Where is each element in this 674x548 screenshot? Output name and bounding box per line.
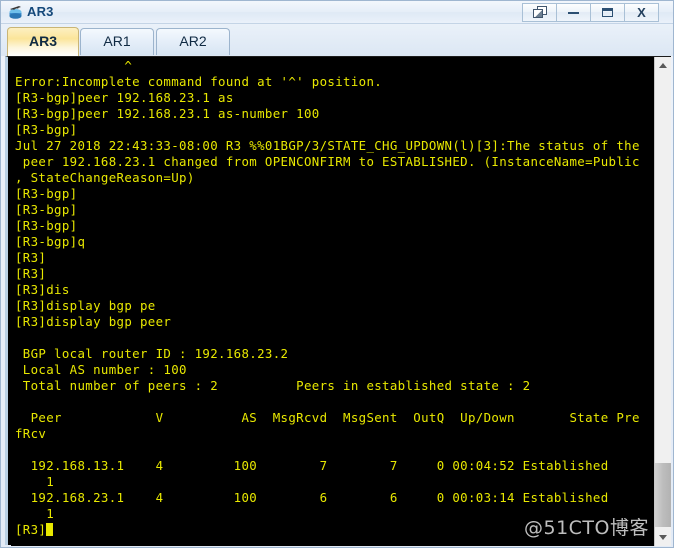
watermark-label: @51CTO博客	[523, 517, 649, 539]
terminal-line: Local AS number : 100	[15, 362, 187, 377]
terminal-line: [R3-bgp]	[15, 202, 78, 217]
terminal-line: ^	[15, 58, 133, 73]
minimize-icon	[568, 12, 579, 14]
router-icon	[7, 4, 24, 21]
terminal-line: [R3]display bgp pe	[15, 298, 156, 313]
scroll-up-arrow-icon[interactable]	[655, 57, 671, 74]
terminal-line: [R3]	[15, 266, 47, 281]
close-icon: X	[637, 5, 646, 20]
terminal-line: 1	[15, 474, 55, 489]
maximize-icon	[602, 8, 613, 17]
terminal-cursor	[46, 523, 54, 536]
tab-ar1[interactable]: AR1	[80, 28, 154, 55]
terminal-line: peer 192.168.23.1 changed from OPENCONFI…	[15, 154, 640, 169]
terminal-line: Jul 27 2018 22:43:33-08:00 R3 %%01BGP/3/…	[15, 138, 640, 153]
terminal-line: fRcv	[15, 426, 47, 441]
terminal-text: ^ Error:Incomplete command found at '^' p…	[15, 58, 657, 538]
maximize-window-button[interactable]	[590, 3, 624, 22]
terminal-line: [R3-bgp]q	[15, 234, 86, 249]
terminal-output[interactable]: ^ Error:Incomplete command found at '^' p…	[11, 57, 657, 546]
restore-icon	[532, 6, 547, 18]
terminal-frame: ^ Error:Incomplete command found at '^' p…	[5, 56, 671, 546]
terminal-line: [R3-bgp]	[15, 218, 78, 233]
terminal-line: BGP local router ID : 192.168.23.2	[15, 346, 289, 361]
terminal-line: 192.168.13.1 4 100 7 7 0 00:04:52 Establ…	[15, 458, 609, 473]
tab-ar3[interactable]: AR3	[7, 27, 79, 56]
scrollbar-thumb[interactable]	[655, 463, 671, 527]
terminal-line: [R3]display bgp peer	[15, 314, 172, 329]
restore-window-button[interactable]	[522, 3, 556, 22]
minimize-window-button[interactable]	[556, 3, 590, 22]
terminal-line: , StateChangeReason=Up)	[15, 170, 195, 185]
tab-strip: AR3 AR1 AR2	[1, 24, 673, 56]
terminal-scrollbar[interactable]	[654, 57, 671, 546]
terminal-line: Error:Incomplete command found at '^' po…	[15, 74, 383, 89]
window-titlebar: AR3 X	[1, 1, 673, 24]
terminal-line: Total number of peers : 2 Peers in estab…	[15, 378, 531, 393]
window-title: AR3	[27, 4, 54, 19]
terminal-line: [R3]dis	[15, 282, 70, 297]
terminal-window: AR3 X AR3 AR1 AR2 ^ Error:Incomplete comm…	[0, 0, 674, 548]
terminal-line: [R3-bgp]peer 192.168.23.1 as-number 100	[15, 106, 320, 121]
close-window-button[interactable]: X	[624, 3, 659, 22]
terminal-line: [R3-bgp]	[15, 186, 78, 201]
scrollbar-track[interactable]	[655, 74, 671, 529]
terminal-line: [R3]	[15, 250, 47, 265]
tab-ar2[interactable]: AR2	[156, 28, 230, 55]
terminal-line: 192.168.23.1 4 100 6 6 0 00:03:14 Establ…	[15, 490, 609, 505]
terminal-line: [R3-bgp]	[15, 122, 78, 137]
terminal-line: [R3-bgp]peer 192.168.23.1 as	[15, 90, 234, 105]
scroll-down-arrow-icon[interactable]	[655, 529, 671, 546]
terminal-line: Peer V AS MsgRcvd MsgSent OutQ Up/Down S…	[15, 410, 640, 425]
